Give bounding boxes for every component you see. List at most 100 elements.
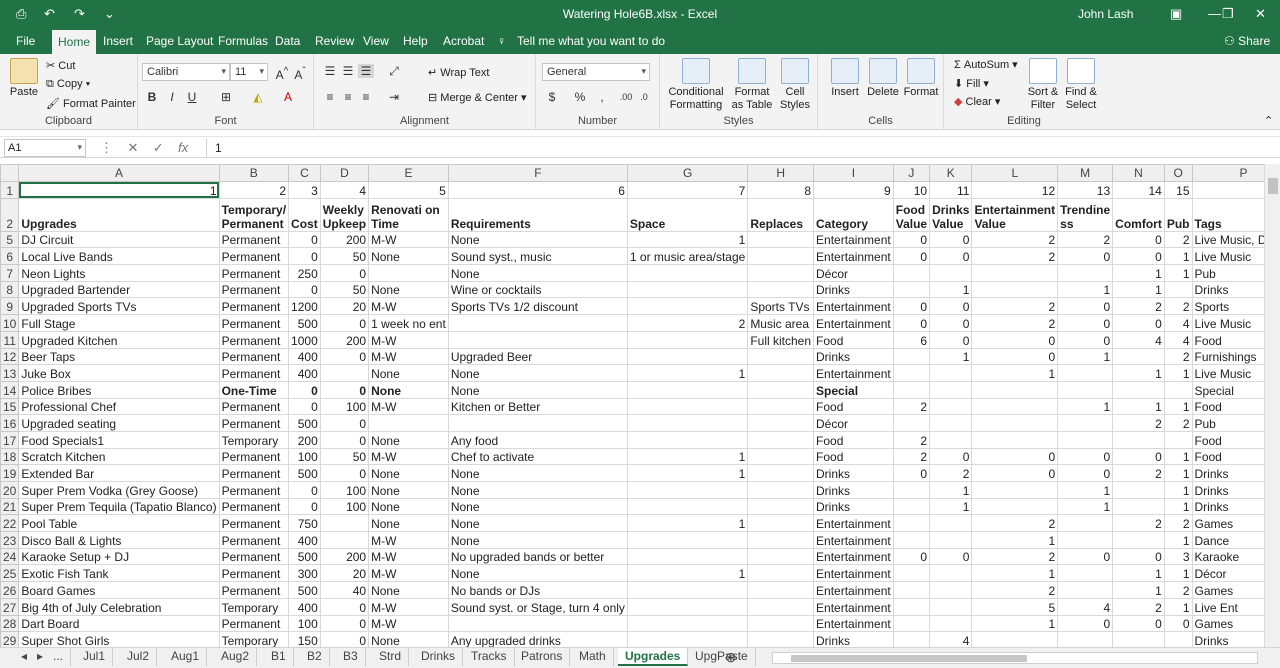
cell-m5[interactable]: 2 — [1057, 230, 1114, 249]
cell-n2[interactable]: Comfort — [1112, 197, 1165, 232]
cell-f14[interactable]: None — [447, 380, 628, 399]
cell-p18[interactable]: Food — [1191, 447, 1264, 466]
cell-l22[interactable]: 2 — [971, 514, 1059, 533]
row-header[interactable]: 25 — [0, 564, 20, 583]
sheet-tab-tracks[interactable]: Tracks — [464, 648, 515, 666]
cell-l20[interactable] — [971, 481, 1059, 499]
cell-o29[interactable] — [1163, 631, 1193, 647]
cell-m9[interactable]: 0 — [1057, 297, 1114, 316]
cell-h17[interactable] — [747, 430, 815, 449]
cell-m17[interactable] — [1057, 430, 1114, 449]
cell-n28[interactable]: 0 — [1112, 614, 1165, 633]
autosum-button[interactable]: Σ AutoSum ▾ — [954, 58, 1018, 71]
cell-i7[interactable]: Décor — [813, 264, 894, 282]
cell-j15[interactable]: 2 — [892, 397, 931, 416]
column-header-f[interactable]: F — [447, 164, 628, 182]
cell-c24[interactable]: 500 — [288, 547, 321, 566]
sheet-tab-b2[interactable]: B2 — [300, 648, 330, 666]
cell-a20[interactable]: Super Prem Vodka (Grey Goose) — [18, 481, 220, 499]
cell-m28[interactable]: 0 — [1057, 614, 1114, 633]
cell-f1[interactable]: 6 — [447, 181, 628, 199]
cell-d22[interactable] — [319, 514, 370, 533]
tab-data[interactable]: Data — [275, 34, 300, 48]
sort-filter-button[interactable]: Sort & Filter — [1024, 58, 1062, 112]
cell-j14[interactable] — [892, 380, 931, 399]
cell-o1[interactable]: 15 — [1163, 181, 1193, 199]
row-header[interactable]: 27 — [0, 597, 20, 616]
column-header-p[interactable]: P — [1191, 164, 1264, 182]
cell-p25[interactable]: Décor — [1191, 564, 1264, 583]
cell-c8[interactable]: 0 — [288, 280, 321, 299]
cell-a2[interactable]: Upgrades — [18, 197, 220, 232]
cell-p19[interactable]: Drinks — [1191, 464, 1264, 482]
cell-j8[interactable] — [892, 280, 931, 299]
cell-d20[interactable]: 100 — [319, 481, 370, 499]
cell-c15[interactable]: 0 — [288, 397, 321, 416]
comma-icon[interactable]: , — [594, 90, 610, 104]
cell-p20[interactable]: Drinks — [1191, 481, 1264, 499]
cell-g8[interactable] — [626, 280, 749, 299]
cell-n5[interactable]: 0 — [1112, 230, 1165, 249]
cell-n13[interactable]: 1 — [1112, 364, 1165, 382]
cell-e27[interactable]: M-W — [368, 597, 449, 616]
cell-d2[interactable]: Weekly Upkeep — [319, 197, 370, 232]
column-header-b[interactable]: B — [218, 164, 290, 182]
cell-h13[interactable] — [747, 364, 815, 382]
close-icon[interactable]: ✕ — [1255, 6, 1266, 22]
font-name-combo[interactable]: Calibri — [142, 63, 230, 81]
cell-p16[interactable]: Pub — [1191, 414, 1264, 432]
grow-font-icon[interactable]: A^ — [274, 65, 290, 82]
row-header[interactable]: 22 — [0, 514, 20, 533]
cell-o8[interactable] — [1163, 280, 1193, 299]
cell-o14[interactable] — [1163, 380, 1193, 399]
cell-m18[interactable]: 0 — [1057, 447, 1114, 466]
cell-i29[interactable]: Drinks — [813, 631, 894, 647]
cell-h23[interactable] — [747, 531, 815, 549]
cell-b17[interactable]: Temporary — [218, 430, 290, 449]
restore-icon[interactable]: ❐ — [1222, 6, 1234, 22]
ribbon-display-icon[interactable]: ▣ — [1170, 6, 1182, 22]
cell-i21[interactable]: Drinks — [813, 497, 894, 516]
conditional-formatting-button[interactable]: Conditional Formatting — [666, 58, 726, 112]
cell-m1[interactable]: 13 — [1057, 181, 1114, 199]
cell-h27[interactable] — [747, 597, 815, 616]
cell-o9[interactable]: 2 — [1163, 297, 1193, 316]
column-header-h[interactable]: H — [747, 164, 815, 182]
underline-icon[interactable]: U — [184, 90, 200, 104]
row-header[interactable]: 29 — [0, 631, 20, 647]
cell-h12[interactable] — [747, 347, 815, 366]
cell-p13[interactable]: Live Music — [1191, 364, 1264, 382]
cell-m26[interactable] — [1057, 581, 1114, 599]
cell-k9[interactable]: 0 — [929, 297, 973, 316]
horizontal-scrollbar[interactable] — [772, 652, 1258, 664]
cell-d18[interactable]: 50 — [319, 447, 370, 466]
row-header[interactable]: 28 — [0, 614, 20, 633]
cell-b29[interactable]: Temporary — [218, 631, 290, 647]
cell-i8[interactable]: Drinks — [813, 280, 894, 299]
cell-b14[interactable]: One-Time — [218, 380, 290, 399]
cell-f21[interactable]: None — [447, 497, 628, 516]
cell-e29[interactable]: None — [368, 631, 449, 647]
cell-f10[interactable] — [447, 314, 628, 332]
cell-h28[interactable] — [747, 614, 815, 633]
cell-n10[interactable]: 0 — [1112, 314, 1165, 332]
cell-h18[interactable] — [747, 447, 815, 466]
cell-l16[interactable] — [971, 414, 1059, 432]
cell-m20[interactable]: 1 — [1057, 481, 1114, 499]
cell-i12[interactable]: Drinks — [813, 347, 894, 366]
cell-c6[interactable]: 0 — [288, 247, 321, 266]
cell-f5[interactable]: None — [447, 230, 628, 249]
cell-l5[interactable]: 2 — [971, 230, 1059, 249]
cell-i13[interactable]: Entertainment — [813, 364, 894, 382]
cell-g12[interactable] — [626, 347, 749, 366]
cell-f20[interactable]: None — [447, 481, 628, 499]
tab-file[interactable]: File — [16, 34, 35, 48]
cell-c2[interactable]: Cost — [288, 197, 321, 232]
sheet-tab-aug2[interactable]: Aug2 — [214, 648, 258, 666]
cell-i16[interactable]: Décor — [813, 414, 894, 432]
fill-button[interactable]: ⬇ Fill ▾ — [954, 77, 989, 90]
cell-k14[interactable] — [929, 380, 973, 399]
cell-n16[interactable]: 2 — [1112, 414, 1165, 432]
cell-b24[interactable]: Permanent — [218, 547, 290, 566]
cell-e8[interactable]: None — [368, 280, 449, 299]
